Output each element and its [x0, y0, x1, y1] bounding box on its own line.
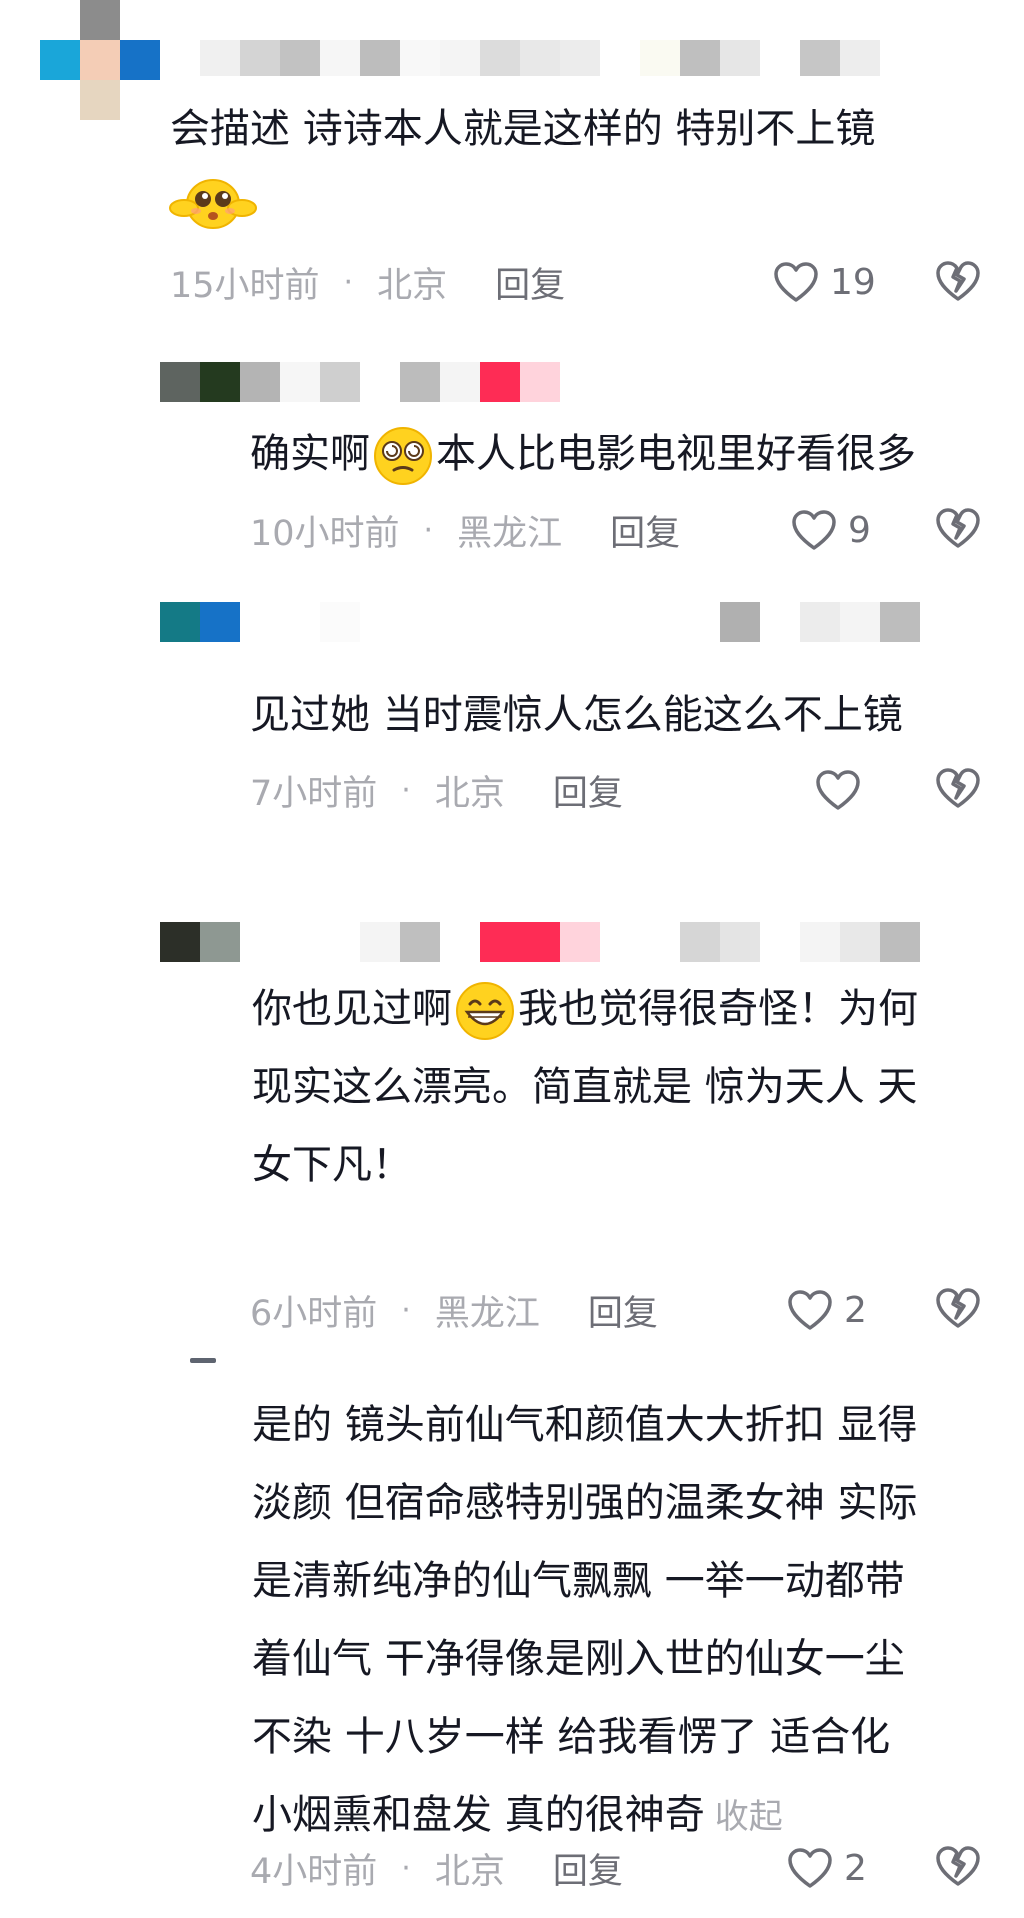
like-button[interactable] — [814, 762, 872, 818]
broken-heart-icon[interactable] — [934, 257, 982, 305]
location: 北京 — [377, 265, 448, 306]
heart-icon — [816, 770, 860, 810]
separator-dot: · — [401, 1850, 411, 1886]
like-count: 19 — [830, 261, 876, 303]
like-button[interactable]: 2 — [786, 1840, 867, 1896]
timestamp: 15小时前 — [170, 265, 320, 306]
location: 北京 — [434, 773, 505, 814]
broken-heart-icon[interactable] — [934, 1284, 982, 1332]
like-button[interactable]: 9 — [790, 502, 871, 558]
comment-meta: 7小时前 · 北京 回复 — [250, 766, 623, 814]
like-count: 2 — [844, 1847, 867, 1889]
heart-icon — [788, 1848, 832, 1888]
separator-dot: · — [401, 772, 411, 808]
username-fragment — [190, 1358, 216, 1363]
location: 北京 — [434, 1851, 505, 1892]
username-mosaic[interactable] — [160, 362, 580, 402]
broken-heart-icon[interactable] — [934, 1842, 982, 1890]
separator-dot: · — [423, 512, 434, 548]
username-mosaic[interactable] — [200, 40, 900, 76]
reply-button[interactable]: 回复 — [553, 765, 623, 816]
dizzy-face-emoji — [374, 427, 432, 485]
heart-icon — [788, 1290, 832, 1330]
comment-text-line-3: 女下凡！ — [252, 1142, 412, 1188]
comment-text-line-1: 是的 镜头前仙气和颜值大大折扣 显得 — [252, 1402, 918, 1448]
pleading-face-emoji — [169, 179, 257, 229]
broken-heart-icon[interactable] — [934, 764, 982, 812]
like-button[interactable]: 2 — [786, 1282, 867, 1338]
comment-text-line-4: 着仙气 干净得像是刚入世的仙女一尘 — [252, 1636, 905, 1682]
username-mosaic[interactable] — [160, 922, 960, 962]
comment-text-line-5: 不染 十八岁一样 给我看愣了 适合化 — [252, 1714, 891, 1760]
comment-text: 会描述 诗诗本人就是这样的 特别不上镜 — [170, 106, 876, 152]
comment-text: 确实啊 本人比电影电视里好看很多 — [250, 415, 1024, 493]
like-count: 2 — [844, 1289, 867, 1331]
location: 黑龙江 — [434, 1293, 540, 1334]
like-button[interactable]: 19 — [772, 254, 876, 310]
like-count: 9 — [848, 509, 871, 551]
reply-button[interactable]: 回复 — [553, 1843, 623, 1894]
reply-button[interactable]: 回复 — [588, 1285, 658, 1336]
separator-dot: · — [401, 1292, 411, 1328]
comment-text-line-1: 你也见过啊 我也觉得很奇怪！为何 — [252, 970, 1024, 1048]
separator-dot: · — [343, 264, 354, 300]
timestamp: 4小时前 — [250, 1851, 378, 1892]
comment-text: 见过她 当时震惊人怎么能这么不上镜 — [250, 692, 903, 738]
heart-icon — [792, 510, 836, 550]
comment-text-line-2: 淡颜 但宿命感特别强的温柔女神 实际 — [252, 1480, 918, 1526]
collapse-button[interactable]: 收起 — [715, 1797, 783, 1837]
timestamp: 6小时前 — [250, 1293, 378, 1334]
reply-button[interactable]: 回复 — [610, 505, 680, 556]
comment-text-line-2: 现实这么漂亮。简直就是 惊为天人 天 — [252, 1064, 918, 1110]
comment-text-line-3: 是清新纯净的仙气飘飘 一举一动都带 — [252, 1558, 905, 1604]
timestamp: 7小时前 — [250, 773, 378, 814]
comment-meta: 6小时前 · 黑龙江 回复 — [250, 1286, 658, 1334]
grinning-face-emoji — [456, 982, 514, 1040]
comment-meta: 10小时前 · 黑龙江 回复 — [250, 506, 680, 554]
avatar[interactable] — [40, 0, 162, 122]
comment-meta: 4小时前 · 北京 回复 — [250, 1844, 623, 1892]
reply-button[interactable]: 回复 — [495, 257, 565, 308]
comment-meta: 15小时前 · 北京 回复 — [170, 258, 565, 306]
username-mosaic[interactable] — [160, 602, 960, 642]
heart-icon — [774, 262, 818, 302]
location: 黑龙江 — [457, 513, 563, 554]
timestamp: 10小时前 — [250, 513, 400, 554]
broken-heart-icon[interactable] — [934, 504, 982, 552]
